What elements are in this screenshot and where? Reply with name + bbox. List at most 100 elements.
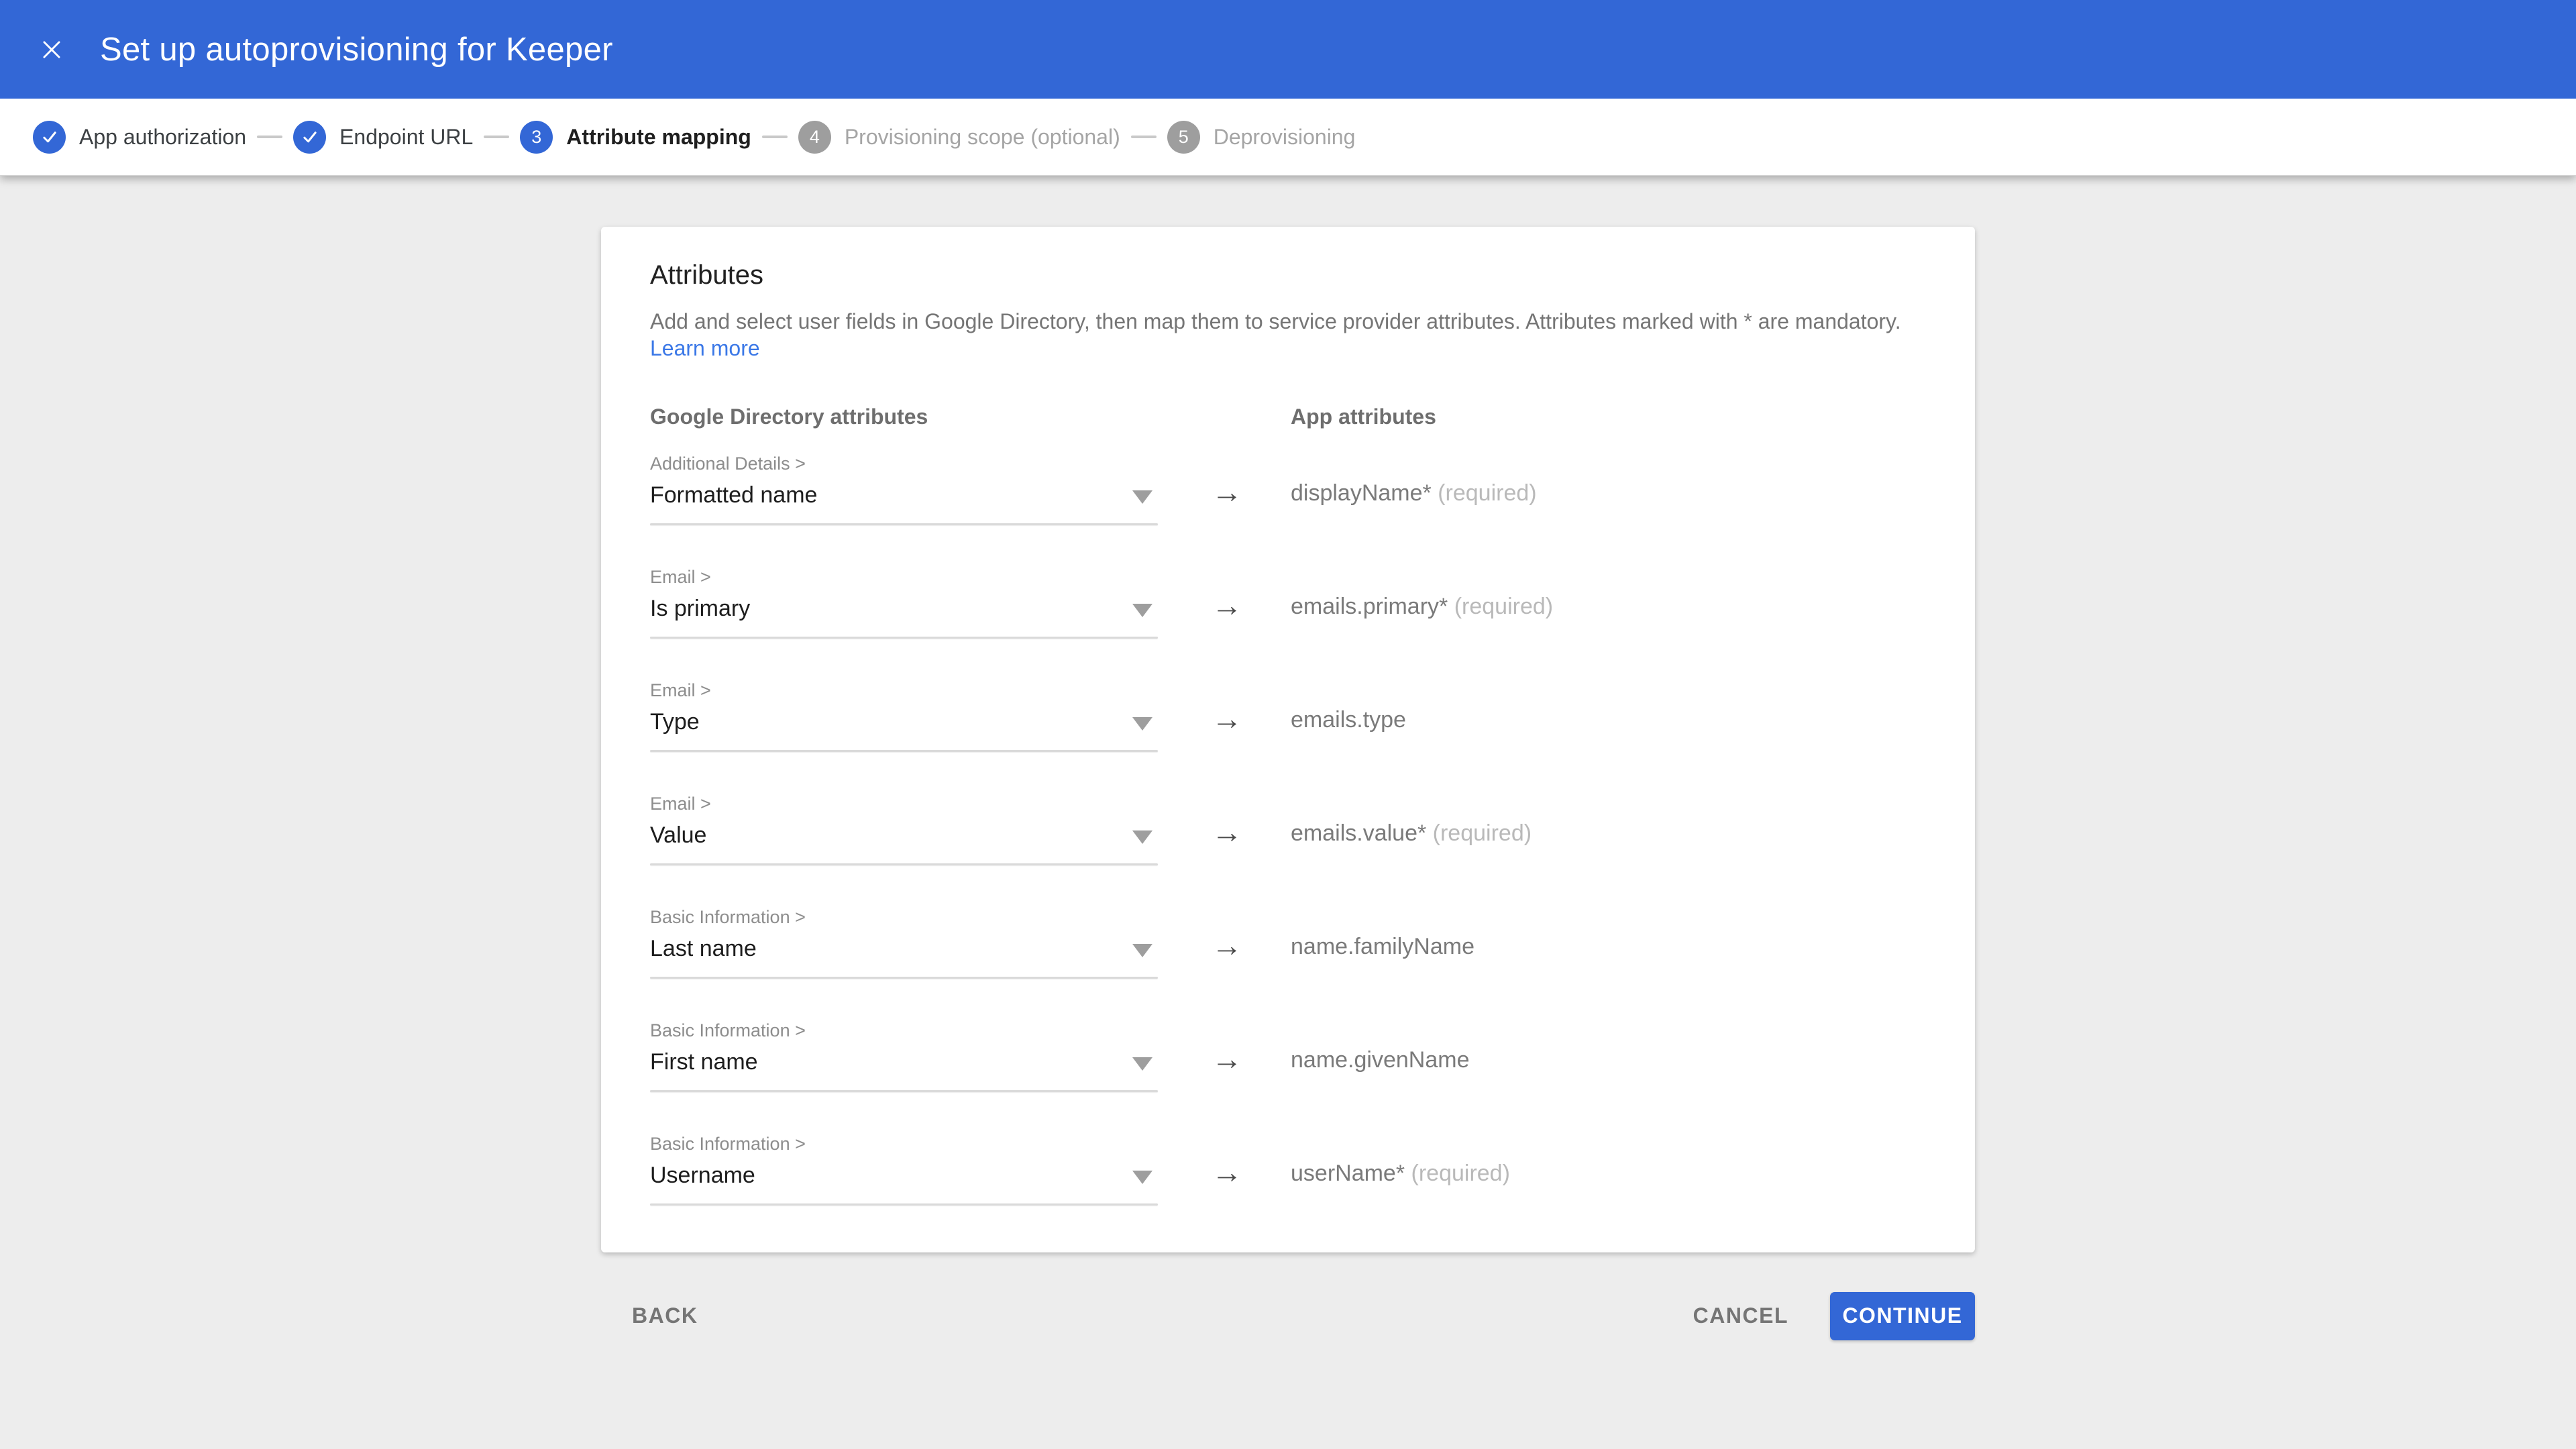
app-attribute-name: displayName*: [1291, 480, 1432, 506]
dropdown-arrow-icon[interactable]: [1132, 717, 1152, 731]
dropdown-arrow-icon[interactable]: [1132, 490, 1152, 504]
step-number-badge: 3: [520, 121, 553, 154]
stepper-step-provisioning-scope: 4 Provisioning scope (optional): [798, 121, 1120, 154]
column-header-google-directory: Google Directory attributes: [650, 405, 1158, 429]
directory-attribute-select[interactable]: Email > Type: [650, 680, 1158, 752]
dropdown-arrow-icon[interactable]: [1132, 1171, 1152, 1184]
maps-to-arrow-icon: →: [1212, 1043, 1244, 1074]
attribute-category-label: Basic Information >: [650, 1020, 1158, 1041]
step-label: Endpoint URL: [339, 125, 473, 150]
app-attribute-name: emails.value*: [1291, 820, 1426, 846]
maps-to-arrow-icon: →: [1212, 476, 1244, 507]
attribute-category-label: Basic Information >: [650, 1134, 1158, 1155]
app-attribute-value: emails.primary* (required): [1291, 594, 1553, 620]
card-description: Add and select user fields in Google Dir…: [650, 308, 1926, 362]
directory-attribute-select[interactable]: Basic Information > Last name: [650, 907, 1158, 979]
attribute-mapping-row: Basic Information > First name → name.gi…: [650, 1020, 1926, 1092]
app-attribute-value: name.givenName: [1291, 1047, 1469, 1073]
step-connector: [762, 136, 788, 138]
directory-attribute-select[interactable]: Email > Value: [650, 794, 1158, 865]
attributes-card: Attributes Add and select user fields in…: [601, 227, 1975, 1252]
step-label: App authorization: [79, 125, 246, 150]
dialog-header: Set up autoprovisioning for Keeper: [0, 0, 2576, 99]
stepper-step-attribute-mapping[interactable]: 3 Attribute mapping: [520, 121, 751, 154]
directory-attribute-select[interactable]: Additional Details > Formatted name: [650, 453, 1158, 525]
cancel-button[interactable]: CANCEL: [1676, 1290, 1806, 1342]
app-attribute-name: name.givenName: [1291, 1047, 1469, 1073]
attribute-category-label: Email >: [650, 567, 1158, 588]
select-underline: [650, 863, 1158, 865]
main-content-area: Attributes Add and select user fields in…: [0, 176, 2576, 1342]
app-attribute-value: userName* (required): [1291, 1161, 1510, 1187]
attribute-category-label: Basic Information >: [650, 907, 1158, 928]
selected-attribute-value: Is primary: [650, 596, 1158, 622]
step-connector: [484, 136, 509, 138]
step-label: Provisioning scope (optional): [845, 125, 1120, 150]
step-number-badge: 5: [1167, 121, 1200, 154]
attribute-mapping-row: Email > Value → emails.value* (required): [650, 794, 1926, 865]
app-attribute-name: name.familyName: [1291, 934, 1474, 959]
required-note: (required): [1432, 480, 1537, 506]
selected-attribute-value: Value: [650, 822, 1158, 849]
close-icon[interactable]: [30, 28, 73, 71]
selected-attribute-value: Formatted name: [650, 482, 1158, 508]
maps-to-arrow-icon: →: [1212, 930, 1244, 961]
dropdown-arrow-icon[interactable]: [1132, 830, 1152, 844]
select-underline: [650, 750, 1158, 752]
card-title: Attributes: [650, 260, 1926, 290]
directory-attribute-select[interactable]: Email > Is primary: [650, 567, 1158, 639]
attribute-category-label: Additional Details >: [650, 453, 1158, 474]
selected-attribute-value: Username: [650, 1163, 1158, 1189]
wizard-footer: BACK CANCEL CONTINUE: [601, 1290, 1975, 1342]
step-number-badge: 4: [798, 121, 831, 154]
dropdown-arrow-icon[interactable]: [1132, 1057, 1152, 1071]
selected-attribute-value: First name: [650, 1049, 1158, 1075]
back-button[interactable]: BACK: [614, 1290, 715, 1342]
stepper-step-app-authorization[interactable]: App authorization: [33, 121, 246, 154]
maps-to-arrow-icon: →: [1212, 1157, 1244, 1187]
attribute-mapping-row: Additional Details > Formatted name → di…: [650, 453, 1926, 525]
dialog-title: Set up autoprovisioning for Keeper: [100, 31, 613, 68]
attribute-mapping-row: Email > Type → emails.type: [650, 680, 1926, 752]
card-description-text: Add and select user fields in Google Dir…: [650, 309, 1901, 333]
stepper-step-endpoint-url[interactable]: Endpoint URL: [293, 121, 473, 154]
step-connector: [1131, 136, 1157, 138]
check-icon: [33, 121, 66, 154]
attribute-category-label: Email >: [650, 794, 1158, 814]
selected-attribute-value: Last name: [650, 936, 1158, 962]
app-attribute-name: userName*: [1291, 1161, 1405, 1186]
dropdown-arrow-icon[interactable]: [1132, 944, 1152, 957]
maps-to-arrow-icon: →: [1212, 590, 1244, 621]
select-underline: [650, 523, 1158, 525]
required-note: (required): [1426, 820, 1532, 846]
column-headers: Google Directory attributes App attribut…: [650, 405, 1926, 429]
select-underline: [650, 977, 1158, 979]
maps-to-arrow-icon: →: [1212, 703, 1244, 734]
step-label: Deprovisioning: [1214, 125, 1356, 150]
dropdown-arrow-icon[interactable]: [1132, 604, 1152, 617]
required-note: (required): [1448, 594, 1553, 619]
wizard-stepper: App authorization Endpoint URL 3 Attribu…: [0, 99, 2576, 176]
select-underline: [650, 1203, 1158, 1205]
step-connector: [257, 136, 282, 138]
app-attribute-value: displayName* (required): [1291, 480, 1537, 506]
select-underline: [650, 1090, 1158, 1092]
step-label: Attribute mapping: [566, 125, 751, 150]
selected-attribute-value: Type: [650, 709, 1158, 735]
continue-button[interactable]: CONTINUE: [1830, 1292, 1975, 1340]
maps-to-arrow-icon: →: [1212, 816, 1244, 847]
required-note: (required): [1405, 1161, 1510, 1186]
check-icon: [293, 121, 326, 154]
attribute-mapping-row: Basic Information > Username → userName*…: [650, 1134, 1926, 1205]
attribute-mapping-row: Email > Is primary → emails.primary* (re…: [650, 567, 1926, 639]
app-attribute-value: emails.type: [1291, 707, 1406, 733]
directory-attribute-select[interactable]: Basic Information > Username: [650, 1134, 1158, 1205]
column-header-app-attributes: App attributes: [1291, 405, 1436, 429]
app-attribute-value: name.familyName: [1291, 934, 1474, 960]
select-underline: [650, 637, 1158, 639]
app-attribute-name: emails.type: [1291, 707, 1406, 733]
directory-attribute-select[interactable]: Basic Information > First name: [650, 1020, 1158, 1092]
attribute-mapping-row: Basic Information > Last name → name.fam…: [650, 907, 1926, 979]
learn-more-link[interactable]: Learn more: [650, 336, 760, 360]
attribute-category-label: Email >: [650, 680, 1158, 701]
